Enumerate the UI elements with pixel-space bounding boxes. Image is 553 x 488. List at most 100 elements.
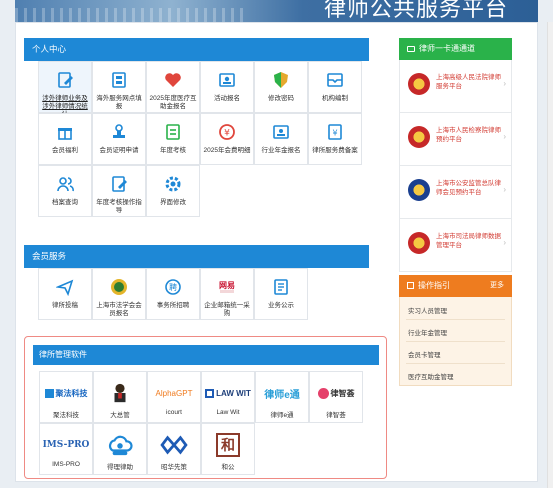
- personal-tile[interactable]: 行业年金报名: [254, 113, 308, 165]
- personal-tile-label: 行业年金报名: [261, 147, 301, 154]
- personal-tile-label: 修改密码: [268, 95, 294, 102]
- software-tile[interactable]: 和和公: [201, 423, 255, 475]
- page-scrollbar[interactable]: [547, 22, 553, 488]
- card-icon: [407, 46, 415, 52]
- personal-tile[interactable]: 涉外律师业务及涉外律师情况统计: [38, 61, 92, 118]
- personal-tile[interactable]: 会员证明申请: [92, 113, 146, 165]
- personal-tile-label: 会员福利: [52, 147, 78, 154]
- software-tile[interactable]: 大总管: [93, 371, 147, 423]
- personal-tile[interactable]: 年度考核: [146, 113, 200, 165]
- lawyer-card-link-label: 上海高级人民法院律师服务平台: [436, 74, 501, 90]
- society-emblem-icon: [110, 278, 128, 296]
- police-emblem-icon: [408, 179, 430, 201]
- guide-divider: [406, 341, 505, 342]
- software-tile-label: IMS-PRO: [52, 461, 80, 468]
- alphagpt-logo-text: AlphaGPT: [155, 388, 193, 398]
- personal-tile[interactable]: 会员福利: [38, 113, 92, 165]
- ims-pro-logo-icon: IMS-PRO: [42, 433, 90, 457]
- lawyer-card-link[interactable]: 上海市司法局律师数据管理平台 ›: [399, 219, 512, 272]
- personal-tile-label: 年度考核操作指导: [96, 199, 142, 214]
- member-tile[interactable]: 上海市法学会会员报名: [92, 268, 146, 320]
- lawwit-logo-icon: LAW WIT: [204, 381, 252, 405]
- lawyer-card-link[interactable]: 上海高级人民法院律师服务平台 ›: [399, 60, 512, 113]
- lawwit-logo-text: LAW WIT: [216, 388, 251, 398]
- id-card-icon: [272, 123, 290, 141]
- software-tile[interactable]: 聚法科技 聚法科技: [39, 371, 93, 423]
- member-tile[interactable]: 网易 企业邮箱统一采购: [200, 268, 254, 320]
- netease-mail-icon: 网易: [218, 278, 236, 296]
- ims-pro-logo-text: IMS-PRO: [42, 440, 90, 450]
- svg-text:网易: 网易: [219, 281, 235, 290]
- butler-logo-icon: [96, 381, 144, 405]
- chevron-right-icon: ›: [503, 132, 506, 141]
- software-tile-label: 律智荟: [326, 412, 346, 419]
- member-tile-label: 事务所招聘: [156, 302, 190, 309]
- software-tile-label: 律师e通: [270, 412, 294, 419]
- software-tile[interactable]: LAW WIT Law Wit: [201, 371, 255, 423]
- svg-text:¥: ¥: [332, 129, 337, 138]
- personal-tile[interactable]: 机构编制: [308, 61, 362, 113]
- personal-tile[interactable]: ¥ 律所服务费备案: [308, 113, 362, 165]
- guide-item[interactable]: 会员卡管理: [408, 349, 441, 359]
- report-icon: [164, 123, 182, 141]
- deli-cloud-logo-icon: [96, 433, 144, 457]
- lawyer-card-link-label: 上海市司法局律师数据管理平台: [436, 233, 501, 249]
- software-tile[interactable]: 律师e通 律师e通: [255, 371, 309, 423]
- personal-center-header: 个人中心: [24, 38, 369, 61]
- personal-tile-label: 档案查询: [52, 199, 78, 206]
- personal-tile[interactable]: ¥2025年会费明细: [200, 113, 254, 165]
- gift-icon: [56, 123, 74, 141]
- personal-tile[interactable]: 年度考核操作指导: [92, 165, 146, 217]
- justice-emblem-icon: [408, 232, 430, 254]
- guide-item[interactable]: 医疗互助金管理: [408, 371, 454, 381]
- personal-tile[interactable]: 海外服务网点填报: [92, 61, 146, 113]
- personal-tile[interactable]: 档案查询: [38, 165, 92, 217]
- lawyer-card-link[interactable]: 上海市人民检察院律师预约平台 ›: [399, 113, 512, 166]
- software-tile-label: 昭华先策: [161, 464, 187, 471]
- yen-circle-icon: ¥: [218, 123, 236, 141]
- users-icon: [56, 175, 74, 193]
- send-icon: [55, 278, 74, 297]
- profile-card-icon: [218, 71, 236, 89]
- guide-item[interactable]: 行业年金管理: [408, 327, 447, 337]
- zhaohua-logo-icon: [150, 433, 198, 457]
- grid-form-icon: [110, 71, 128, 89]
- site-title: 律师公共服务平台: [323, 0, 508, 22]
- yen-document-icon: ¥: [326, 123, 344, 141]
- software-tile[interactable]: AlphaGPT icourt: [147, 371, 201, 423]
- member-tile[interactable]: 聘事务所招聘: [146, 268, 200, 320]
- city-skyline-graphic: [15, 8, 245, 22]
- lawyer-etong-logo-icon: 律师e通: [258, 381, 306, 405]
- personal-tile-label: 海外服务网点填报: [96, 95, 142, 110]
- lawyer-card-link-label: 上海市公安监管总队律师会见预约平台: [436, 180, 501, 196]
- software-tile[interactable]: 得理律助: [93, 423, 147, 475]
- personal-tile[interactable]: 界面修改: [146, 165, 200, 217]
- personal-tile-label: 2025年度医疗互助金报名: [149, 95, 197, 110]
- mail-box-icon: [326, 71, 344, 89]
- member-tile[interactable]: 律所投稿: [38, 268, 92, 320]
- personal-tile[interactable]: 2025年度医疗互助金报名: [146, 61, 200, 113]
- gear-icon: [164, 175, 182, 193]
- svg-text:聘: 聘: [169, 282, 177, 292]
- member-tile-label: 业务公示: [268, 302, 294, 309]
- member-tile-label: 律所投稿: [52, 302, 78, 309]
- stamp-icon: [110, 123, 128, 141]
- member-tile[interactable]: 业务公示: [254, 268, 308, 320]
- guide-more-link[interactable]: 更多: [490, 275, 504, 297]
- software-tile[interactable]: 昭华先策: [147, 423, 201, 475]
- member-service-header: 会员服务: [24, 245, 369, 268]
- software-tile[interactable]: 律智荟 律智荟: [309, 371, 363, 423]
- lawyer-card-channel-header: 律师一卡通通道: [399, 38, 512, 60]
- software-tile[interactable]: IMS-PRO IMS-PRO: [39, 423, 93, 475]
- guide-list: 实习人员管理 行业年金管理 会员卡管理医疗互助金管理: [399, 297, 512, 386]
- personal-tile[interactable]: 活动报名: [200, 61, 254, 113]
- firm-software-section: 律所管理软件 聚法科技 聚法科技 大总管 AlphaGPT icourt LAW WIT L…: [24, 336, 387, 479]
- lawyer-card-link[interactable]: 上海市公安监管总队律师会见预约平台 ›: [399, 166, 512, 219]
- main-panel: 个人中心 涉外律师业务及涉外律师情况统计海外服务网点填报 2025年度医疗互助金报…: [15, 22, 538, 482]
- personal-tile[interactable]: 修改密码: [254, 61, 308, 113]
- header-banner: 律师公共服务平台: [15, 0, 538, 22]
- personal-tile-label: 界面修改: [160, 199, 186, 206]
- software-tile-label: 得理律助: [107, 464, 133, 471]
- heart-icon: [164, 71, 182, 89]
- guide-item[interactable]: 实习人员管理: [408, 305, 447, 315]
